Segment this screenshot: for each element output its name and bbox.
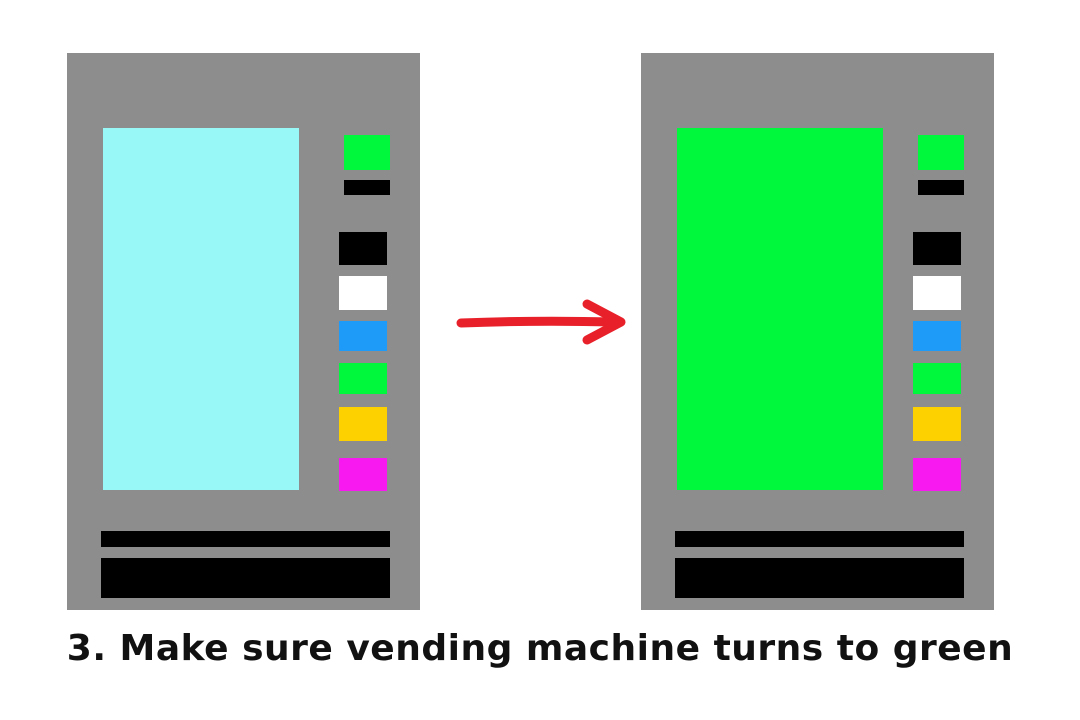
dispense-tray [101,558,390,598]
selection-button-black [913,232,961,265]
dispense-tray [675,558,964,598]
coin-slot-bar [675,531,964,547]
selection-button-blue [913,321,961,351]
selection-button-magenta [339,458,387,491]
selection-button-white [913,276,961,310]
card-slot [918,180,964,195]
right-arrow-icon [456,299,626,345]
indicator-light [918,135,964,170]
vending-machine-before [67,53,420,610]
selection-button-white [339,276,387,310]
screen-after [677,128,883,490]
coin-slot-bar [101,531,390,547]
selection-button-green [339,363,387,394]
caption: 3. Make sure vending machine turns to gr… [66,628,1014,669]
selection-button-yellow [913,407,961,441]
selection-button-magenta [913,458,961,491]
selection-button-black [339,232,387,265]
vending-machine-after [641,53,994,610]
selection-button-yellow [339,407,387,441]
selection-button-green [913,363,961,394]
card-slot [344,180,390,195]
screen-before [103,128,299,490]
indicator-light [344,135,390,170]
selection-button-blue [339,321,387,351]
